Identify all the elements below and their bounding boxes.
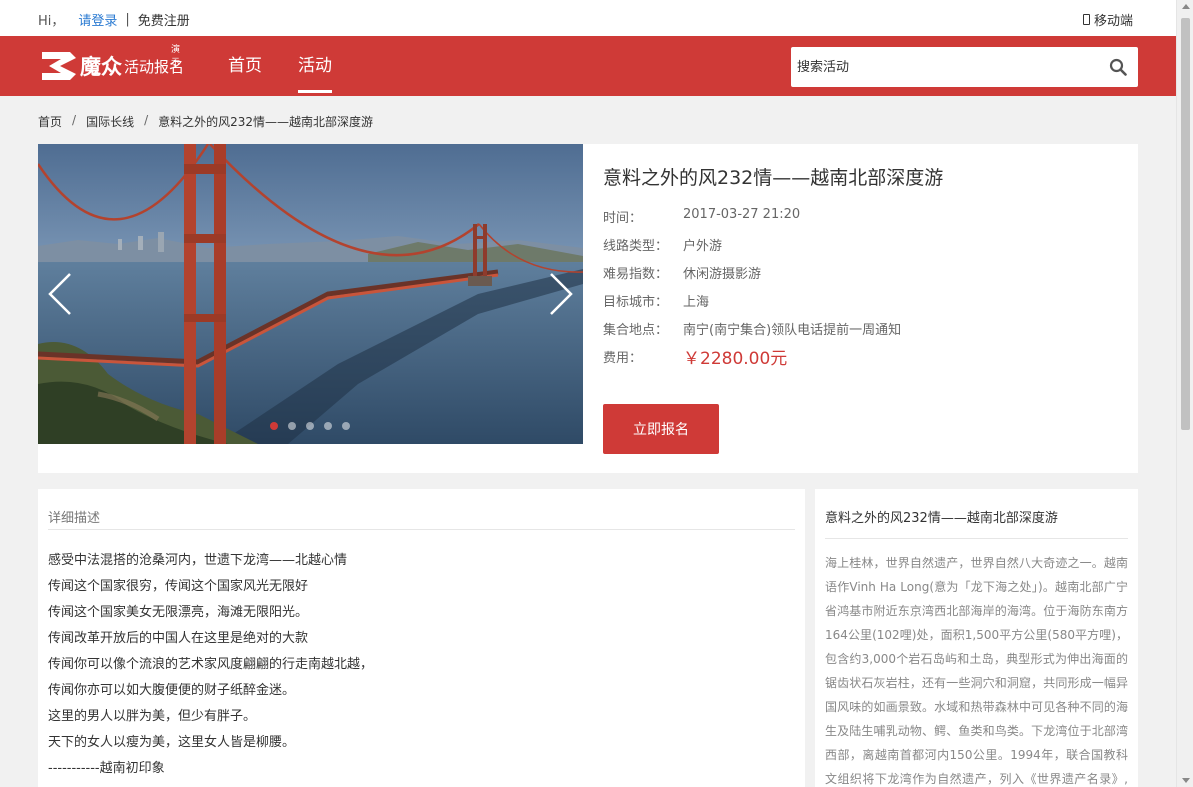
breadcrumb-separator: / bbox=[144, 113, 149, 127]
search-icon bbox=[1109, 58, 1127, 76]
slider-dot[interactable] bbox=[342, 422, 350, 430]
nav-item-activity[interactable]: 活动 bbox=[280, 36, 350, 96]
site-logo[interactable]: 魔众 活动报名 演示 bbox=[40, 45, 184, 86]
breadcrumb: 首页 / 国际长线 / 意料之外的风232情——越南北部深度游 bbox=[38, 113, 373, 130]
page-scrollbar[interactable] bbox=[1176, 0, 1193, 787]
slider-next-button[interactable] bbox=[545, 272, 575, 316]
search-box bbox=[791, 47, 1138, 87]
demo-badge: 演示 bbox=[171, 45, 181, 68]
price-value: ￥2280.00元 bbox=[683, 349, 788, 369]
slider-dot[interactable] bbox=[270, 422, 278, 430]
description-line: 传闻改革开放后的中国人在这里是绝对的大款 bbox=[48, 631, 309, 646]
event-title: 意料之外的风232情——越南北部深度游 bbox=[603, 167, 944, 189]
description-line: 传闻这个国家美女无限漂亮，海滩无限阳光。 bbox=[48, 605, 309, 620]
field-value: 南宁(南宁集合)领队电话提前一周通知 bbox=[683, 323, 902, 338]
slide-image bbox=[38, 144, 583, 444]
description-line: -----------越南初印象 bbox=[48, 761, 165, 776]
field-label: 线路类型： bbox=[603, 239, 669, 254]
scroll-down-icon[interactable] bbox=[1182, 778, 1190, 783]
sidebar-text: 海上桂林，世界自然遗产，世界自然八大奇迹之一。越南语作Vinh Ha Long(… bbox=[825, 556, 1128, 786]
field-meeting-point: 集合地点： 南宁(南宁集合)领队电话提前一周通知 bbox=[603, 319, 901, 338]
divider bbox=[48, 529, 795, 530]
field-city: 目标城市： 上海 bbox=[603, 291, 709, 310]
slider-dot[interactable] bbox=[288, 422, 296, 430]
description-line: 传闻这个国家很穷，传闻这个国家风光无限好 bbox=[48, 579, 309, 594]
nav-item-home[interactable]: 首页 bbox=[210, 36, 280, 96]
search-button[interactable] bbox=[1098, 47, 1138, 87]
event-detail-card: 意料之外的风232情——越南北部深度游 时间： 2017-03-27 21:20… bbox=[38, 144, 1138, 473]
divider bbox=[825, 538, 1128, 539]
sidebar-title: 意料之外的风232情——越南北部深度游 bbox=[825, 511, 1058, 526]
greeting: Hi， bbox=[38, 14, 65, 29]
field-time: 时间： 2017-03-27 21:20 bbox=[603, 207, 800, 226]
field-route-type: 线路类型： 户外游 bbox=[603, 235, 722, 254]
logo-brand: 魔众 bbox=[80, 55, 122, 79]
breadcrumb-separator: / bbox=[72, 113, 77, 127]
field-label: 目标城市： bbox=[603, 295, 669, 310]
field-price: 费用： ￥2280.00元 bbox=[603, 347, 787, 369]
field-label: 集合地点： bbox=[603, 323, 669, 338]
description-line: 感受中法混搭的沧桑河内，世遗下龙湾——北越心情 bbox=[48, 553, 348, 568]
chevron-left-icon bbox=[48, 273, 71, 315]
slider-prev-button[interactable] bbox=[46, 272, 76, 316]
user-links: Hi， 请登录 | 免费注册 bbox=[38, 10, 190, 29]
mobile-label: 移动端 bbox=[1093, 14, 1133, 29]
slider-dots bbox=[270, 422, 350, 430]
field-value: 上海 bbox=[683, 295, 710, 310]
top-bar: Hi， 请登录 | 免费注册 移动端 bbox=[0, 0, 1176, 36]
sidebar-panel: 意料之外的风232情——越南北部深度游 海上桂林，世界自然遗产，世界自然八大奇迹… bbox=[815, 489, 1138, 787]
breadcrumb-current: 意料之外的风232情——越南北部深度游 bbox=[158, 115, 374, 129]
description-panel: 详细描述 感受中法混搭的沧桑河内，世遗下龙湾——北越心情 传闻这个国家很穷，传闻… bbox=[38, 489, 805, 787]
scrollbar-thumb[interactable] bbox=[1181, 18, 1190, 430]
description-heading: 详细描述 bbox=[48, 511, 101, 526]
description-body: 感受中法混搭的沧桑河内，世遗下龙湾——北越心情 传闻这个国家很穷，传闻这个国家风… bbox=[48, 551, 373, 785]
field-difficulty: 难易指数： 休闲游摄影游 bbox=[603, 263, 761, 282]
mobile-phone-icon bbox=[1082, 14, 1090, 25]
image-slider bbox=[38, 144, 583, 444]
field-label: 难易指数： bbox=[603, 267, 669, 282]
field-label: 时间： bbox=[603, 211, 643, 226]
description-line: 传闻你亦可以如大腹便便的财子纸醉金迷。 bbox=[48, 683, 296, 698]
breadcrumb-home[interactable]: 首页 bbox=[38, 113, 62, 130]
chevron-right-icon bbox=[550, 273, 573, 315]
scroll-up-icon[interactable] bbox=[1182, 4, 1190, 9]
field-value: 2017-03-27 21:20 bbox=[683, 207, 801, 222]
login-link[interactable]: 请登录 bbox=[78, 10, 117, 29]
mobile-link[interactable]: 移动端 bbox=[1082, 10, 1133, 29]
main-nav: 首页 活动 bbox=[210, 36, 350, 96]
search-input[interactable] bbox=[791, 48, 1098, 86]
description-line: 天下的女人以瘦为美，这里女人皆是柳腰。 bbox=[48, 735, 296, 750]
field-value: 休闲游摄影游 bbox=[683, 267, 762, 282]
register-link[interactable]: 免费注册 bbox=[138, 10, 190, 29]
description-line: 这里的男人以胖为美，但少有胖子。 bbox=[48, 709, 257, 724]
link-separator: | bbox=[125, 12, 130, 27]
signup-button[interactable]: 立即报名 bbox=[603, 404, 719, 454]
slider-dot[interactable] bbox=[324, 422, 332, 430]
price-label: 费用： bbox=[603, 351, 643, 366]
breadcrumb-category[interactable]: 国际长线 bbox=[86, 113, 134, 130]
main-header: 魔众 活动报名 演示 首页 活动 bbox=[0, 36, 1176, 96]
slider-dot[interactable] bbox=[306, 422, 314, 430]
logo-mark-icon bbox=[42, 52, 76, 80]
description-line: 传闻你可以像个流浪的艺术家风度翩翩的行走南越北越， bbox=[48, 657, 374, 672]
field-value: 户外游 bbox=[683, 239, 723, 254]
